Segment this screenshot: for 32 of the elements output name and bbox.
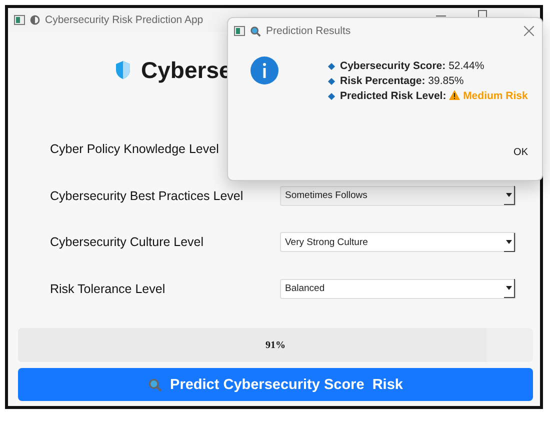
field-label: Cyber Policy Knowledge Level <box>50 142 220 156</box>
dropdown[interactable]: Sometimes Follows <box>280 186 516 206</box>
result-text: Cybersecurity Score: 52.44% <box>340 60 484 72</box>
app-heading: Cyberse <box>141 56 232 84</box>
progress-label: 91% <box>266 340 286 350</box>
result-text: Predicted Risk Level: Medium Risk <box>340 90 528 102</box>
search-icon <box>148 378 162 392</box>
bullet-icon <box>328 62 336 70</box>
result-text: Risk Percentage: 39.85% <box>340 75 464 87</box>
caret-icon <box>504 232 515 252</box>
shield-icon <box>115 60 131 80</box>
caret-icon <box>504 186 515 205</box>
ok-button[interactable]: OK <box>512 145 530 160</box>
info-icon <box>250 56 279 85</box>
dropdown[interactable]: Very Strong Culture <box>280 232 516 252</box>
maximize-icon[interactable] <box>478 10 487 18</box>
half-circle-icon <box>30 15 40 25</box>
app-icon <box>234 26 245 36</box>
predict-button[interactable]: Predict Cybersecurity Score Risk <box>18 368 533 401</box>
warning-icon <box>449 90 460 100</box>
window-title: Cybersecurity Risk Prediction App <box>45 14 204 26</box>
dropdown[interactable]: Balanced <box>280 278 516 298</box>
field-label: Risk Tolerance Level <box>50 282 166 296</box>
search-icon <box>250 26 261 36</box>
close-icon[interactable] <box>524 26 534 36</box>
dialog-title: Prediction Results <box>266 25 351 37</box>
field-label: Cybersecurity Culture Level <box>50 235 205 249</box>
bullet-icon <box>328 92 336 100</box>
app-icon <box>14 15 25 25</box>
bullet-icon <box>328 77 336 85</box>
caret-icon <box>504 279 515 298</box>
field-label: Cybersecurity Best Practices Level <box>50 188 244 202</box>
